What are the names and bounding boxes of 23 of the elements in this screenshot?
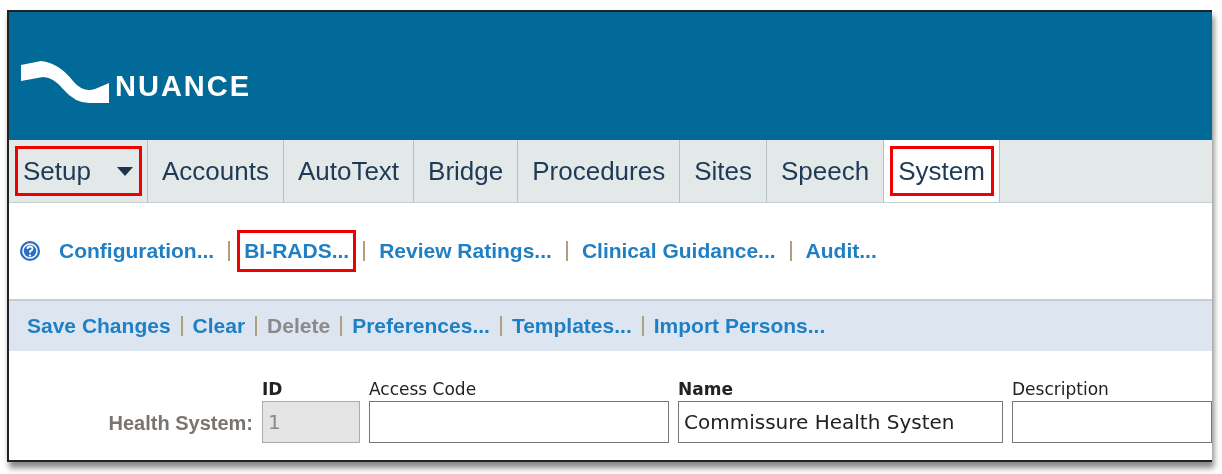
nav-link[interactable]: Configuration...: [55, 233, 219, 269]
row-label: Health System:: [107, 412, 253, 435]
action-link[interactable]: Templates...: [511, 314, 632, 338]
action-link[interactable]: Save Changes: [27, 314, 171, 338]
nav-link[interactable]: Clinical Guidance...: [577, 233, 780, 269]
field-label: ID: [262, 379, 284, 399]
logo-icon: [19, 59, 111, 103]
input-field[interactable]: [369, 401, 669, 443]
nav-link[interactable]: Audit...: [801, 233, 881, 269]
help-icon[interactable]: [19, 240, 41, 262]
nav-link[interactable]: Review Ratings...: [375, 233, 556, 269]
field-label: Description: [1012, 379, 1110, 399]
nav-link[interactable]: BI-RADS...: [240, 233, 354, 269]
tab[interactable]: System: [884, 140, 1000, 202]
input-field[interactable]: Commissure Health Systen: [678, 401, 1003, 443]
caret-icon: [116, 166, 133, 176]
field-label: Name: [678, 379, 734, 399]
action-link[interactable]: Import Persons...: [653, 314, 826, 338]
action-link[interactable]: Clear: [192, 314, 246, 338]
field-label: Access Code: [369, 379, 478, 399]
action-link[interactable]: Preferences...: [352, 314, 490, 338]
input-field[interactable]: [1012, 401, 1212, 443]
logo-text: NUANCE: [115, 72, 252, 101]
